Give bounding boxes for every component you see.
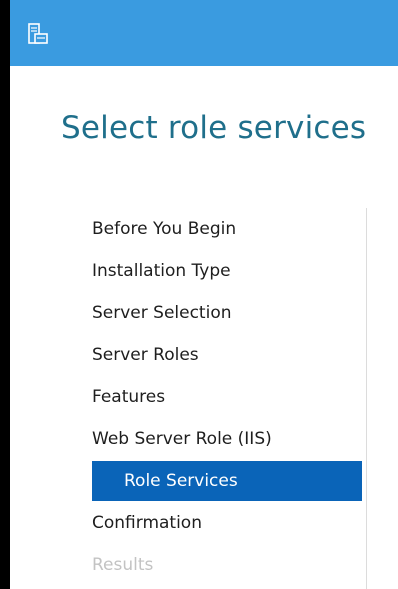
- title-bar[interactable]: [10, 0, 398, 66]
- nav-item-installation-type[interactable]: Installation Type: [10, 250, 362, 292]
- nav-item-features[interactable]: Features: [10, 376, 362, 418]
- nav-item-confirmation[interactable]: Confirmation: [10, 502, 362, 544]
- wizard-step-nav: Before You Begin Installation Type Serve…: [10, 208, 362, 586]
- nav-item-role-services[interactable]: Role Services: [92, 461, 362, 501]
- nav-item-server-selection[interactable]: Server Selection: [10, 292, 362, 334]
- nav-item-results: Results: [92, 555, 154, 575]
- page-title: Select role services: [61, 110, 367, 146]
- server-manager-icon: [28, 23, 48, 44]
- nav-divider: [366, 208, 367, 589]
- nav-item-before-you-begin[interactable]: Before You Begin: [10, 208, 362, 250]
- nav-item-server-roles[interactable]: Server Roles: [10, 334, 362, 376]
- wizard-window: Select role services Before You Begin In…: [10, 0, 398, 589]
- nav-item-web-server-role[interactable]: Web Server Role (IIS): [10, 418, 362, 460]
